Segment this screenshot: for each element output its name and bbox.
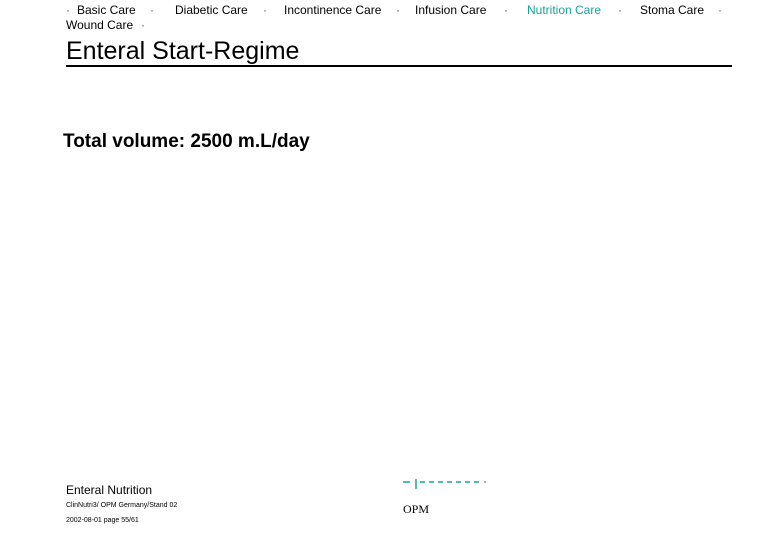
logo-text: OPM <box>403 502 430 516</box>
nav-separator: · <box>618 3 622 17</box>
nav-separator: · <box>141 18 145 32</box>
nav-separator: · <box>718 3 722 17</box>
nav-separator: · <box>504 3 508 17</box>
nav-link-incontinence-care[interactable]: Incontinence Care <box>284 3 381 18</box>
footer-section-name: Enteral Nutrition <box>66 483 153 497</box>
total-volume-heading: Total volume: 2500 m.L/day <box>63 131 310 152</box>
nav-link-wound-care[interactable]: Wound Care <box>66 18 133 33</box>
nav-separator: · <box>396 3 400 17</box>
page-title: Enteral Start-Regime <box>66 37 300 65</box>
nav-link-basic-care[interactable]: Basic Care <box>77 3 136 18</box>
nav-link-nutrition-care[interactable]: Nutrition Care <box>527 3 601 18</box>
footer-date-page: 2002-08-01 page 55/61 <box>66 517 139 524</box>
nav-link-diabetic-care[interactable]: Diabetic Care <box>175 3 248 18</box>
top-navigation: · Basic Care · Diabetic Care · Incontine… <box>0 3 780 33</box>
logo-mark-icon <box>403 479 486 489</box>
nav-separator: · <box>150 3 154 17</box>
opm-logo: OPM <box>400 472 490 522</box>
nav-separator: · <box>66 3 70 17</box>
footer-reference: ClinNutri3/ OPM Germany/Stand 02 <box>66 502 178 509</box>
nav-link-infusion-care[interactable]: Infusion Care <box>415 3 486 18</box>
nav-separator: · <box>263 3 267 17</box>
title-divider <box>66 65 732 67</box>
nav-link-stoma-care[interactable]: Stoma Care <box>640 3 704 18</box>
